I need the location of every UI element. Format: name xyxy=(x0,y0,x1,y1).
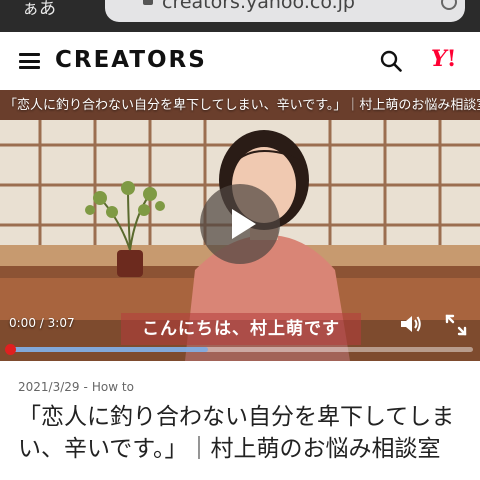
time-separator: / xyxy=(39,316,48,330)
lock-icon xyxy=(143,0,153,5)
video-subtitle: こんにちは、村上萌です xyxy=(121,313,361,345)
progress-thumb[interactable] xyxy=(5,344,16,355)
duration: 3:07 xyxy=(47,316,75,330)
article-title: 「恋人に釣り合わない自分を卑下してしまい、辛いです。」｜村上萌のお悩み相談室 xyxy=(18,404,455,462)
article-category[interactable]: How to xyxy=(92,380,134,394)
article-date: 2021/3/29 xyxy=(18,380,80,394)
fullscreen-icon[interactable] xyxy=(445,314,467,336)
browser-address-bar: ぁあ creators.yahoo.co.jp xyxy=(0,0,480,32)
current-time: 0:00 xyxy=(9,316,36,330)
hamburger-menu-icon[interactable] xyxy=(19,53,40,69)
progress-bar[interactable] xyxy=(5,344,473,355)
video-title: 「恋人に釣り合わない自分を卑下してしまい、辛いです。」｜村上萌のお悩み相談室 xyxy=(4,98,480,113)
time-display: 0:00 / 3:07 xyxy=(9,316,75,330)
site-header: CREATORS Y! xyxy=(0,32,480,88)
play-button[interactable] xyxy=(200,184,280,264)
url-text[interactable]: creators.yahoo.co.jp xyxy=(162,0,355,13)
text-size-button[interactable]: ぁあ xyxy=(22,0,56,19)
volume-icon[interactable] xyxy=(399,314,423,334)
search-icon[interactable] xyxy=(380,50,402,72)
yahoo-logo-icon[interactable]: Y! xyxy=(431,46,456,72)
buffered-bar xyxy=(8,347,208,352)
site-logo[interactable]: CREATORS xyxy=(55,47,207,73)
play-icon xyxy=(232,209,256,239)
article-meta: 2021/3/29- How to xyxy=(18,380,134,394)
meta-separator: - xyxy=(83,380,88,394)
